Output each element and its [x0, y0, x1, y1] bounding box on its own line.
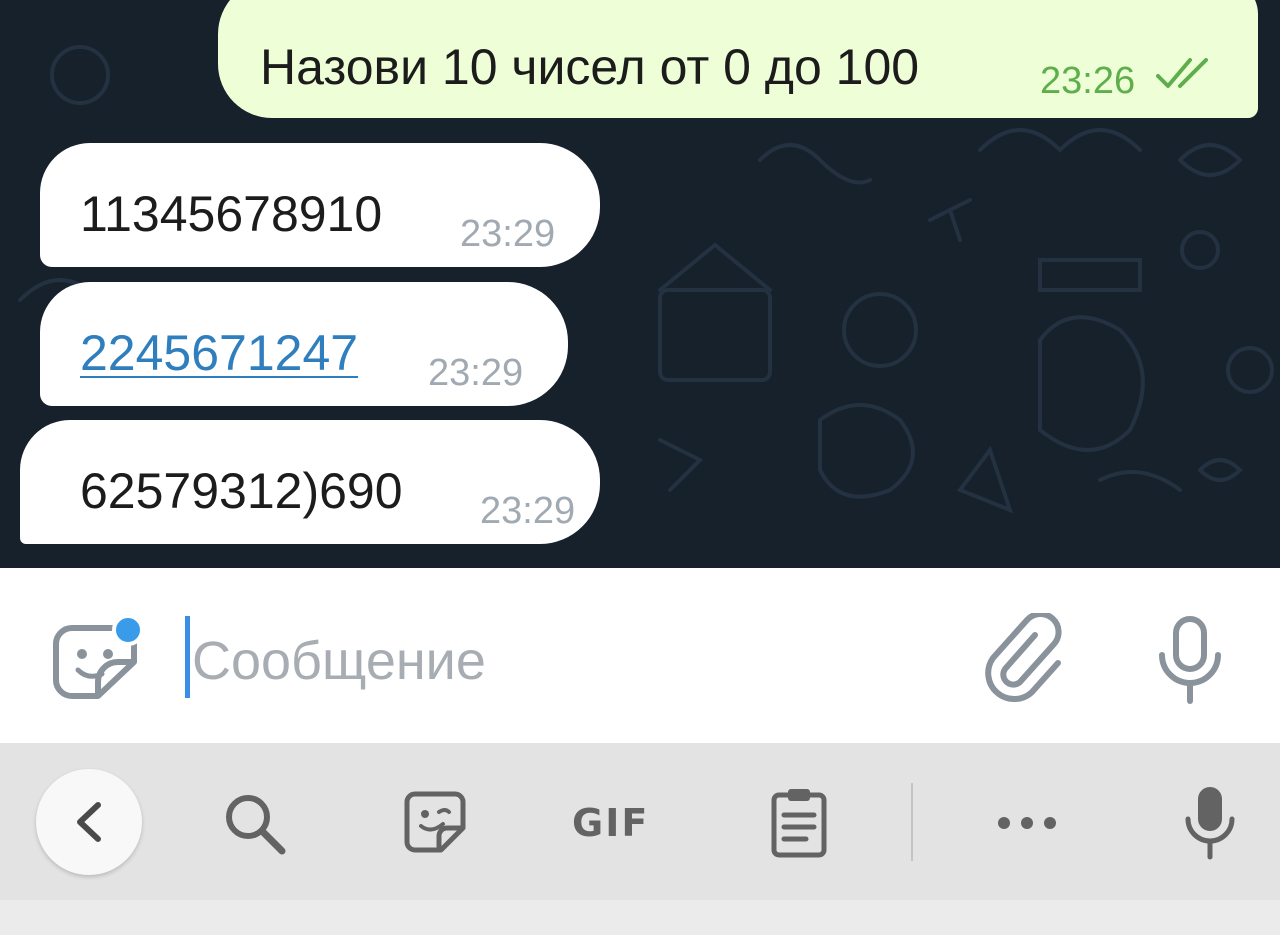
search-icon[interactable] [222, 791, 288, 857]
message-input[interactable] [190, 620, 894, 702]
chat-area: Назови 10 чисел от 0 до 100 23:26 113456… [0, 0, 1280, 568]
double-check-icon [1156, 58, 1208, 88]
microphone-icon[interactable] [1150, 613, 1230, 705]
attach-paperclip-icon[interactable] [985, 613, 1065, 703]
message-time: 23:29 [480, 490, 576, 532]
message-composer [0, 568, 1280, 743]
message-outgoing[interactable]: Назови 10 чисел от 0 до 100 23:26 [218, 0, 1258, 118]
clipboard-icon[interactable] [768, 787, 830, 859]
message-time: 23:26 [1040, 60, 1136, 102]
message-text: Назови 10 чисел от 0 до 100 [260, 39, 920, 95]
toolbar-divider [911, 783, 913, 861]
keyboard-back-button[interactable] [36, 769, 142, 875]
message-time: 23:29 [428, 352, 524, 394]
sticker-icon[interactable] [403, 790, 467, 854]
message-text: 11345678910 [80, 186, 383, 242]
message-incoming[interactable]: 62579312)690 23:29 [20, 420, 600, 544]
keyboard-toolbar: GIF [0, 743, 1280, 900]
sticker-emoji-icon[interactable] [52, 616, 148, 706]
gif-button[interactable]: GIF [572, 801, 649, 845]
message-text: 62579312)690 [80, 463, 403, 519]
keyboard-keys-row [0, 900, 1280, 935]
message-incoming[interactable]: 2245671247 23:29 [40, 282, 568, 406]
more-dots-icon[interactable] [996, 813, 1060, 833]
message-time: 23:29 [460, 213, 556, 255]
chevron-left-icon [77, 802, 101, 842]
phone-link[interactable]: 2245671247 [80, 324, 358, 382]
message-incoming[interactable]: 11345678910 23:29 [40, 143, 600, 267]
voice-input-icon[interactable] [1180, 785, 1240, 861]
